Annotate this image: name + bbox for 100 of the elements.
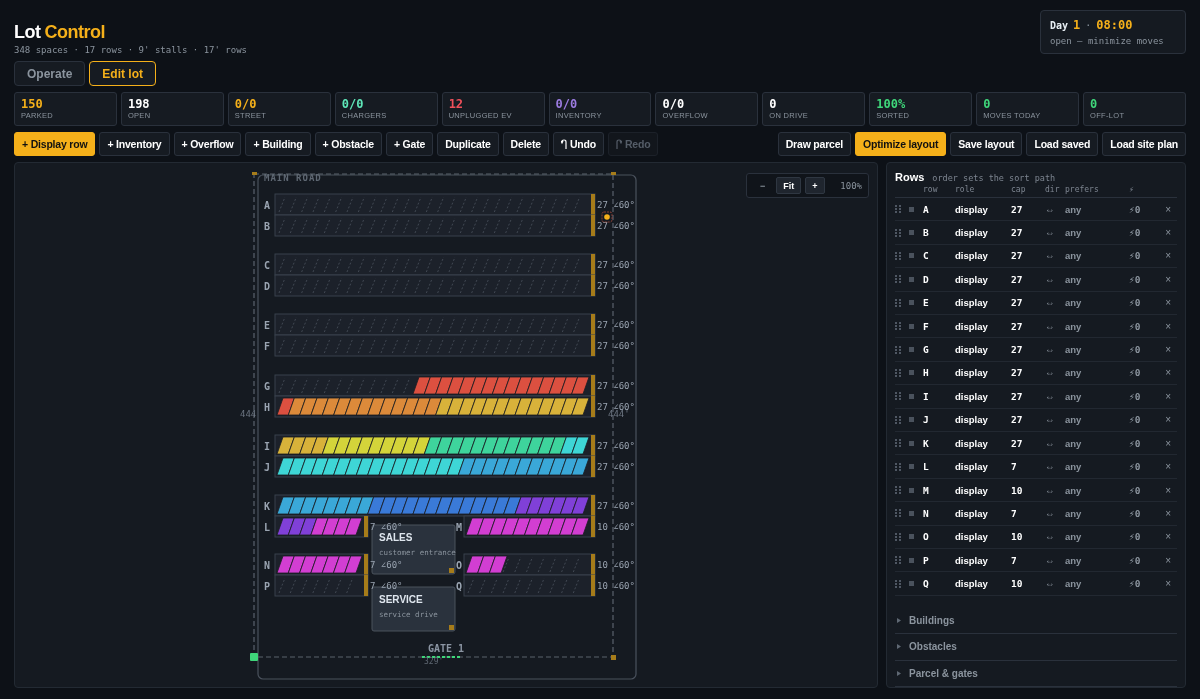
drag-handle-icon[interactable] — [895, 462, 901, 471]
row-prefers[interactable]: any — [1065, 390, 1129, 402]
corner-handle[interactable] — [252, 172, 257, 175]
remove-button[interactable]: × — [1165, 227, 1171, 239]
row-prefers[interactable]: any — [1065, 554, 1129, 566]
zoom-out-button[interactable]: − — [753, 177, 773, 194]
undo-button[interactable]: Undo — [552, 132, 604, 156]
drag-handle-icon[interactable] — [895, 509, 901, 518]
row-role[interactable]: display — [955, 414, 1011, 426]
section-toggle[interactable]: Parcel & gates — [895, 660, 1177, 687]
row-role[interactable]: display — [955, 344, 1011, 356]
toolbar-button[interactable]: + Obstacle — [314, 132, 382, 156]
row-role[interactable]: display — [955, 367, 1011, 379]
row-direction[interactable]: ⇔ — [1045, 554, 1065, 566]
toolbar-button[interactable]: + Gate — [385, 132, 434, 156]
mode-tab[interactable]: Edit lot — [89, 61, 157, 86]
row-cap[interactable]: 10 — [1011, 578, 1045, 590]
resize-handle[interactable] — [449, 625, 454, 630]
row-cap[interactable]: 27 — [1011, 414, 1045, 426]
row-role[interactable]: display — [955, 507, 1011, 519]
toolbar-button[interactable]: Save layout — [950, 132, 1023, 156]
row-cap[interactable]: 27 — [1011, 390, 1045, 402]
row-role[interactable]: display — [955, 461, 1011, 473]
row-role[interactable]: display — [955, 273, 1011, 285]
row-prefers[interactable]: any — [1065, 414, 1129, 426]
start-handle[interactable] — [250, 653, 258, 661]
remove-button[interactable]: × — [1165, 461, 1171, 473]
drag-handle-icon[interactable] — [895, 369, 901, 377]
row-prefers[interactable]: any — [1065, 437, 1129, 449]
row-cap[interactable]: 27 — [1011, 250, 1045, 262]
row-role[interactable]: display — [955, 437, 1011, 449]
drag-handle-icon[interactable] — [895, 298, 901, 307]
row-direction[interactable]: ⇔ — [1045, 250, 1065, 262]
row-prefers[interactable]: any — [1065, 297, 1129, 309]
remove-button[interactable]: × — [1165, 554, 1171, 566]
remove-button[interactable]: × — [1165, 320, 1171, 332]
drag-handle-icon[interactable] — [895, 439, 901, 448]
corner-handle[interactable] — [611, 655, 616, 660]
zoom-in-button[interactable]: + — [805, 177, 825, 194]
toolbar-button[interactable]: Load site plan — [1102, 132, 1186, 156]
row-direction[interactable]: ⇔ — [1045, 203, 1065, 215]
building[interactable] — [371, 524, 456, 575]
parking-row[interactable] — [274, 395, 596, 418]
row-cap[interactable]: 10 — [1011, 531, 1045, 543]
parking-row[interactable] — [274, 455, 596, 478]
toolbar-button[interactable]: + Overflow — [173, 132, 242, 156]
drag-handle-icon[interactable] — [895, 275, 901, 284]
toolbar-button[interactable]: Delete — [502, 132, 549, 156]
drag-handle-icon[interactable] — [895, 579, 901, 588]
row-prefers[interactable]: any — [1065, 203, 1129, 215]
row-cap[interactable]: 27 — [1011, 367, 1045, 379]
row-direction[interactable]: ⇔ — [1045, 461, 1065, 473]
gate-marker[interactable] — [421, 656, 461, 658]
remove-button[interactable]: × — [1165, 390, 1171, 402]
row-cap[interactable]: 7 — [1011, 461, 1045, 473]
row-cap[interactable]: 27 — [1011, 227, 1045, 239]
drag-handle-icon[interactable] — [895, 251, 901, 260]
remove-button[interactable]: × — [1165, 578, 1171, 590]
row-role[interactable]: display — [955, 320, 1011, 332]
row-direction[interactable]: ⇔ — [1045, 297, 1065, 309]
drag-handle-icon[interactable] — [895, 486, 901, 494]
row-prefers[interactable]: any — [1065, 484, 1129, 496]
drag-handle-icon[interactable] — [895, 532, 901, 541]
remove-button[interactable]: × — [1165, 414, 1171, 426]
toolbar-button[interactable]: Duplicate — [437, 132, 499, 156]
row-cap[interactable]: 27 — [1011, 344, 1045, 356]
row-direction[interactable]: ⇔ — [1045, 390, 1065, 402]
row-cap[interactable]: 27 — [1011, 320, 1045, 332]
parking-row[interactable] — [463, 553, 596, 576]
section-toggle[interactable]: Obstacles — [895, 634, 1177, 661]
row-direction[interactable]: ⇔ — [1045, 484, 1065, 496]
parked-car[interactable] — [355, 496, 375, 515]
drag-handle-icon[interactable] — [895, 415, 901, 424]
row-direction[interactable]: ⇔ — [1045, 531, 1065, 543]
drag-handle-icon[interactable] — [895, 345, 901, 354]
row-prefers[interactable]: any — [1065, 367, 1129, 379]
remove-button[interactable]: × — [1165, 437, 1171, 449]
drag-handle-icon[interactable] — [895, 228, 901, 237]
row-direction[interactable]: ⇔ — [1045, 437, 1065, 449]
remove-button[interactable]: × — [1165, 297, 1171, 309]
row-direction[interactable]: ⇔ — [1045, 367, 1065, 379]
row-direction[interactable]: ⇔ — [1045, 507, 1065, 519]
toolbar-button[interactable]: Optimize layout — [855, 132, 947, 156]
row-prefers[interactable]: any — [1065, 250, 1129, 262]
row-cap[interactable]: 27 — [1011, 437, 1045, 449]
row-role[interactable]: display — [955, 554, 1011, 566]
remove-button[interactable]: × — [1165, 344, 1171, 356]
row-direction[interactable]: ⇔ — [1045, 273, 1065, 285]
corner-handle[interactable] — [611, 172, 616, 175]
row-prefers[interactable]: any — [1065, 320, 1129, 332]
row-prefers[interactable]: any — [1065, 461, 1129, 473]
drag-handle-icon[interactable] — [895, 556, 901, 565]
row-direction[interactable]: ⇔ — [1045, 578, 1065, 590]
row-direction[interactable]: ⇔ — [1045, 320, 1065, 332]
row-role[interactable]: display — [955, 390, 1011, 402]
remove-button[interactable]: × — [1165, 203, 1171, 215]
parking-row[interactable] — [274, 434, 596, 457]
empty-stall[interactable] — [502, 556, 510, 573]
row-prefers[interactable]: any — [1065, 344, 1129, 356]
section-toggle[interactable]: Buildings — [895, 607, 1177, 635]
